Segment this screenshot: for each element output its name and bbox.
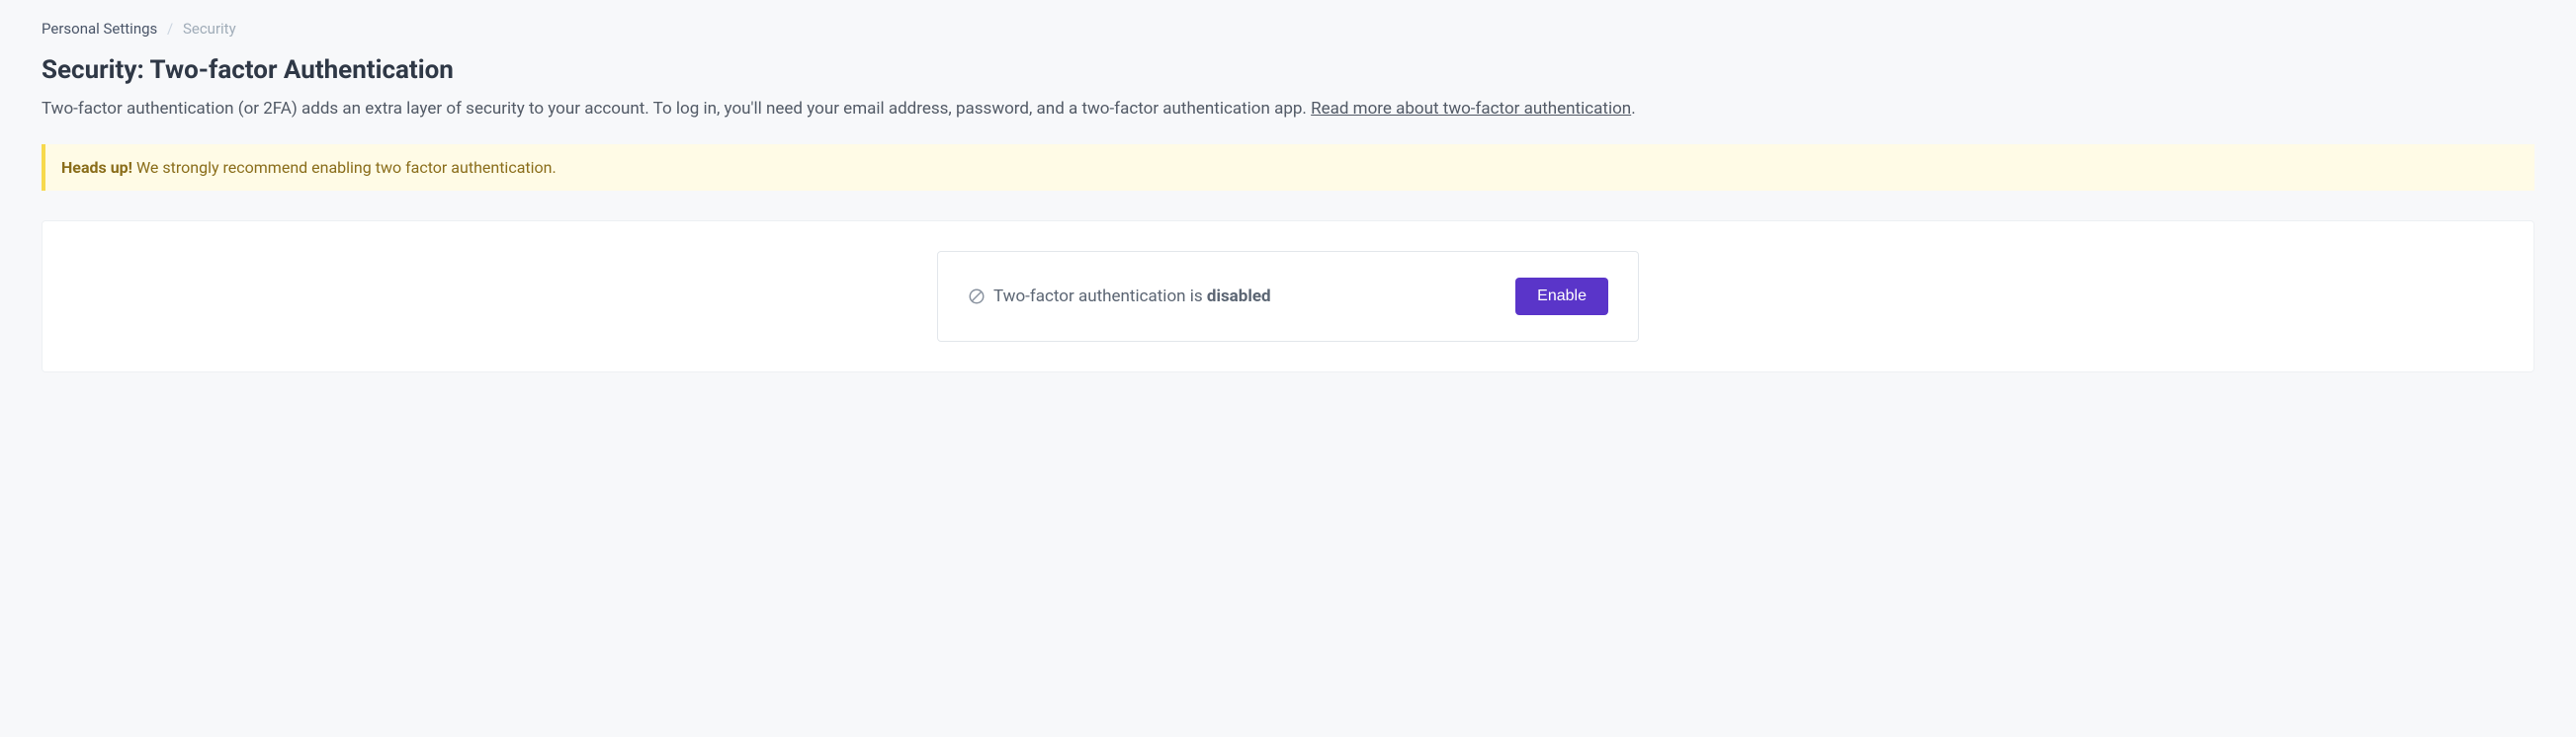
ban-icon [968, 287, 986, 305]
enable-button[interactable]: Enable [1515, 278, 1608, 315]
alert-prefix: Heads up! [61, 158, 132, 177]
status-state: disabled [1207, 287, 1271, 306]
page-title: Security: Two-factor Authentication [42, 55, 2534, 85]
alert-banner: Heads up! We strongly recommend enabling… [42, 144, 2534, 191]
alert-text: We strongly recommend enabling two facto… [132, 158, 557, 177]
description-suffix: . [1631, 99, 1635, 119]
status-text: Two-factor authentication is disabled [993, 287, 1271, 306]
status-card: Two-factor authentication is disabled En… [937, 251, 1639, 342]
status-label-group: Two-factor authentication is disabled [968, 287, 1271, 306]
status-prefix: Two-factor authentication is [993, 287, 1207, 306]
breadcrumb-current: Security [183, 20, 236, 38]
main-panel: Two-factor authentication is disabled En… [42, 220, 2534, 372]
read-more-link[interactable]: Read more about two-factor authenticatio… [1311, 99, 1631, 119]
breadcrumb-parent-link[interactable]: Personal Settings [42, 20, 157, 38]
breadcrumb-separator: / [167, 20, 173, 38]
description-text: Two-factor authentication (or 2FA) adds … [42, 99, 1311, 119]
page-description: Two-factor authentication (or 2FA) adds … [42, 97, 2534, 123]
breadcrumb: Personal Settings / Security [42, 20, 2534, 38]
